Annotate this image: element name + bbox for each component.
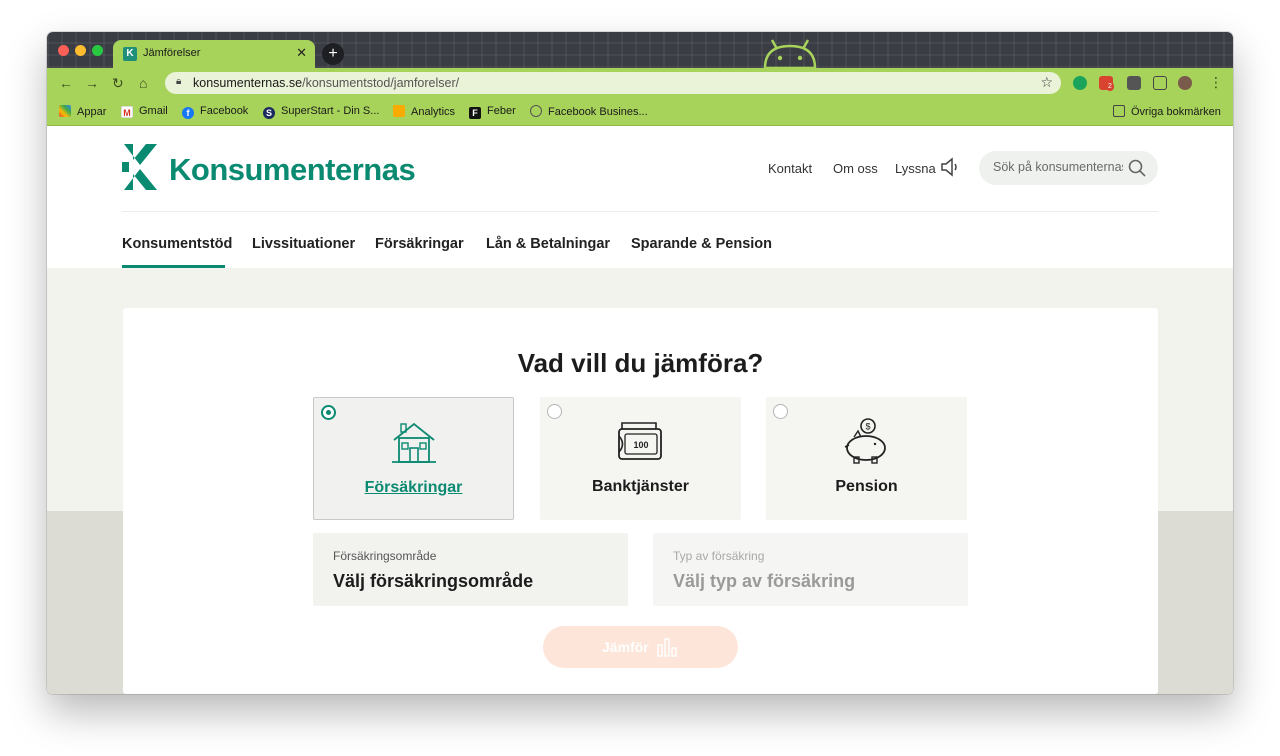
back-arrow-icon[interactable]: ← [59,75,73,91]
browser-window: K Jämförelser ✕ + ← → ↻ ⌂ 🔒︎ konsumenter… [47,32,1233,694]
mail-badge: 2 [1106,82,1114,91]
nav-forsakringar[interactable]: Försäkringar [375,236,464,252]
nav-livssituationer[interactable]: Livssituationer [252,236,355,252]
tab-bar: K Jämförelser ✕ + [47,32,1233,68]
superstart-icon: S [263,107,275,119]
radio-banktjanster[interactable] [547,404,562,419]
active-nav-underline [122,265,225,268]
puzzle-extensions-icon[interactable] [1127,76,1141,90]
more-menu-icon[interactable]: ⋮ [1209,74,1223,91]
bookmarks-bar: Appar M Gmail f Facebook S SuperStart - Din… [47,98,1233,126]
insurance-type-value: Välj typ av försäkring [673,571,856,591]
address-bar[interactable]: 🔒︎ konsumenternas.se/konsumentstod/jamfo… [165,72,1061,94]
option-label-banktjanster: Banktjänster [592,478,689,495]
feber-icon: F [469,107,481,119]
radio-pension[interactable] [773,404,788,419]
insurance-area-value: Välj försäkringsområde [333,571,534,591]
option-pension[interactable]: $ Pension [766,397,967,520]
maximize-window-button[interactable] [92,45,103,56]
folder-icon [1113,105,1125,117]
svg-text:$: $ [865,422,870,432]
site-search [979,151,1158,185]
minimize-window-button[interactable] [75,45,86,56]
forward-arrow-icon[interactable]: → [85,75,99,91]
profile-avatar[interactable] [1178,76,1192,90]
new-tab-button[interactable]: + [322,43,344,65]
lock-icon: 🔒︎ [176,76,182,87]
insurance-area-select[interactable]: Försäkringsområde Välj försäkringsområde [313,533,628,606]
extension-green-icon[interactable] [1073,76,1087,90]
tab-title: Jämförelser [143,47,201,59]
svg-text:100: 100 [633,440,648,450]
bookmark-star-icon[interactable]: ☆ [1040,74,1053,91]
gmail-icon: M [121,106,133,118]
browser-tab[interactable]: K Jämförelser ✕ [113,40,315,68]
option-forsakringar[interactable]: Försäkringar [313,397,514,520]
insurance-type-select[interactable]: Typ av försäkring Välj typ av försäkring [653,533,968,606]
kontakt-link[interactable]: Kontakt [768,161,812,176]
bookmark-facebook[interactable]: f Facebook [182,105,248,119]
konsumenternas-favicon-icon: K [123,47,137,61]
header-divider [122,211,1158,212]
insurance-area-label: Försäkringsområde [333,549,437,563]
mail-extension-icon[interactable]: 2 [1099,76,1114,91]
bookmark-superstart[interactable]: S SuperStart - Din S... [263,105,379,119]
bookmark-appar[interactable]: Appar [59,105,106,118]
option-label-forsakringar: Försäkringar [364,479,463,496]
speaker-icon[interactable] [940,157,960,177]
konsumenternas-logo-icon[interactable] [122,144,160,190]
facebook-business-icon [530,105,542,117]
search-input[interactable] [993,160,1123,174]
om-oss-link[interactable]: Om oss [833,161,878,176]
house-icon [392,422,436,463]
piggy-bank-icon: $ [844,418,886,464]
android-theme-icon [763,39,817,68]
bookmark-facebook-business[interactable]: Facebook Busines... [530,105,648,118]
nav-konsumentstod[interactable]: Konsumentstöd [122,236,232,252]
reload-icon[interactable]: ↻ [112,75,124,92]
lyssna-link[interactable]: Lyssna [895,161,936,176]
apps-grid-icon [59,105,71,117]
close-window-button[interactable] [58,45,69,56]
bar-chart-icon [657,638,677,657]
web-page: Konsumenternas Kontakt Om oss Lyssna Kon… [47,126,1233,694]
browser-toolbar: ← → ↻ ⌂ 🔒︎ konsumenternas.se/konsumentst… [47,68,1233,98]
compare-card: Vad vill du jämföra? Försäkringar 100 Ba… [123,308,1158,694]
option-banktjanster[interactable]: 100 Banktjänster [540,397,741,520]
bookmark-gmail[interactable]: M Gmail [121,105,168,118]
compare-button[interactable]: Jämför [543,626,738,668]
analytics-icon [393,105,405,117]
compare-button-label: Jämför [602,639,649,655]
bookmark-feber[interactable]: F Feber [469,105,516,119]
wallet-icon: 100 [618,422,662,460]
logo-text[interactable]: Konsumenternas [169,152,416,188]
option-label-pension: Pension [835,478,898,495]
nav-sparande-pension[interactable]: Sparande & Pension [631,236,772,252]
facebook-icon: f [182,107,194,119]
radio-forsakringar[interactable] [321,405,336,420]
search-icon[interactable] [1128,159,1146,177]
tab-close-icon[interactable]: ✕ [296,45,307,61]
home-icon[interactable]: ⌂ [139,75,147,91]
compare-title: Vad vill du jämföra? [517,348,764,378]
cast-icon[interactable] [1153,76,1167,90]
insurance-type-label: Typ av försäkring [673,549,765,563]
bookmark-analytics[interactable]: Analytics [393,105,455,118]
nav-lan-betalningar[interactable]: Lån & Betalningar [486,236,610,252]
other-bookmarks-folder[interactable]: Övriga bokmärken [1113,105,1221,118]
url-text: konsumenternas.se/konsumentstod/jamforel… [193,76,460,90]
